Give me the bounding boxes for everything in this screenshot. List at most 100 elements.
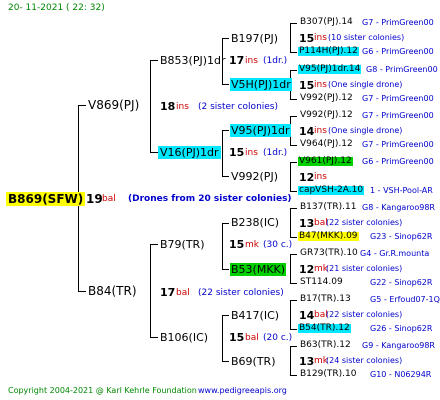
ancestor-desc: 1 - VSH-Pool-AR xyxy=(370,186,433,195)
gen3-name: B238(IC) xyxy=(231,216,280,229)
root-number: 19 xyxy=(86,192,103,206)
ancestor-desc: G7 - PrimGreen00 xyxy=(362,140,434,149)
connector xyxy=(290,162,291,192)
connector xyxy=(150,244,151,338)
connector xyxy=(290,254,297,255)
sire-ins: ins xyxy=(176,102,189,112)
ancestor-desc: G7 - PrimGreen00 xyxy=(362,18,434,27)
ancestor-desc: G8 - Kangaroo98R xyxy=(362,203,435,212)
gen3-name: B417(IC) xyxy=(231,309,280,322)
gen3-name: V992(PJ) xyxy=(231,170,278,183)
ancestor-note: (24 sister colonies) xyxy=(326,356,403,365)
ancestor-name: V992(PJ).12 xyxy=(300,93,353,103)
gen2-ins: mk xyxy=(245,240,259,250)
ancestor-number: 13 xyxy=(299,355,315,368)
gen2-number: 15 xyxy=(229,146,245,159)
connector xyxy=(222,84,229,85)
connector xyxy=(150,337,158,338)
connector xyxy=(78,105,86,106)
ancestor-note: (One single drone) xyxy=(328,80,403,89)
dam-number: 17 xyxy=(160,286,176,299)
gen2-ins: ins xyxy=(245,148,258,158)
ancestor-desc: G9 - Kangaroo98R xyxy=(362,341,435,350)
ancestor-number: 14 xyxy=(299,309,315,322)
gen2-number: 15 xyxy=(229,331,245,344)
connector xyxy=(222,361,229,362)
ancestor-desc: G7 - PrimGreen00 xyxy=(362,111,434,120)
ancestor-number: 12 xyxy=(299,171,315,184)
root-queen: B869(SFW) xyxy=(6,192,86,206)
connector xyxy=(222,176,229,177)
ancestor-desc: G26 - Sinop62R xyxy=(370,324,433,333)
connector xyxy=(150,244,158,245)
gen3-name: B53(MKK) xyxy=(230,263,287,276)
gen3-name: B69(TR) xyxy=(231,355,276,368)
ancestor-name: P114H(PJ).12 xyxy=(298,46,359,56)
gen2-name: V16(PJ)1dr xyxy=(158,146,221,159)
ancestor-name: B47(MKK).09 xyxy=(298,231,359,241)
connector xyxy=(78,291,86,292)
gen3-name: V95(PJ)1dr xyxy=(230,124,291,137)
connector xyxy=(290,346,297,347)
ancestor-name: B307(PJ).14 xyxy=(300,17,353,27)
gen3-name: V5H(PJ)1dr xyxy=(230,78,292,91)
ancestor-desc: G5 - Erfoud07-1Q xyxy=(370,295,440,304)
ancestor-desc: G8 - PrimGreen00 xyxy=(366,65,438,74)
connector xyxy=(290,300,297,301)
dam-name: B84(TR) xyxy=(88,284,137,298)
connector xyxy=(222,130,229,131)
site-link[interactable]: www.pedigreeapis.org xyxy=(198,387,287,395)
connector xyxy=(290,254,291,284)
connector xyxy=(290,145,297,146)
connector xyxy=(150,60,151,153)
connector xyxy=(150,60,158,61)
gen2-number: 17 xyxy=(229,54,245,67)
connector xyxy=(290,70,297,71)
connector xyxy=(290,300,291,330)
gen2-note: (1dr.) xyxy=(263,56,288,66)
ancestor-number: 14 xyxy=(299,125,315,138)
root-ins: bal xyxy=(102,194,116,204)
gen2-ins: bal xyxy=(245,333,259,343)
ancestor-name: capVSH-2A.10 xyxy=(298,185,365,195)
connector xyxy=(222,38,229,39)
ancestor-ins: ins xyxy=(314,80,327,90)
sire-number: 18 xyxy=(160,100,176,113)
ancestor-name: ST114.09 xyxy=(300,277,343,287)
ancestor-desc: G23 - Sinop62R xyxy=(370,232,433,241)
dam-note: (22 sister colonies) xyxy=(198,288,284,298)
ancestor-note: (22 sister colonies) xyxy=(326,218,403,227)
ancestor-name: B54(TR).12 xyxy=(298,323,351,333)
ancestor-note: (22 sister colonies) xyxy=(326,310,403,319)
connector xyxy=(290,191,297,192)
connector xyxy=(222,315,229,316)
gen2-name: B853(PJ)1dr xyxy=(160,54,226,67)
connector xyxy=(222,130,223,177)
connector xyxy=(290,23,297,24)
copyright-text: Copyright 2004-2021 @ Karl Kehrle Founda… xyxy=(8,386,197,395)
connector xyxy=(290,208,297,209)
ancestor-number: 13 xyxy=(299,217,315,230)
gen2-note: (1dr.) xyxy=(263,148,288,158)
ancestor-name: B129(TR).10 xyxy=(300,369,357,379)
ancestor-ins: ins xyxy=(314,126,327,136)
connector xyxy=(150,152,158,153)
ancestor-name: V992(PJ).12 xyxy=(300,110,353,120)
ancestor-name: V95(PJ)1dr.14 xyxy=(298,64,362,74)
ancestor-desc: G6 - PrimGreen00 xyxy=(362,47,434,56)
ancestor-desc: G22 - Sinop62R xyxy=(370,278,433,287)
ancestor-name: B63(TR).12 xyxy=(300,340,351,350)
pedigree-canvas: 20- 11-2021 ( 22: 32) B869(SFW) 19 bal (… xyxy=(0,0,440,400)
connector xyxy=(290,283,297,284)
ancestor-number: 15 xyxy=(299,32,315,45)
connector xyxy=(290,329,297,330)
ancestor-desc: G6 - PrimGreen00 xyxy=(362,157,434,166)
connector xyxy=(222,315,223,362)
ancestor-note: (10 sister colonies) xyxy=(328,33,405,42)
root-note: (Drones from 20 sister colonies) xyxy=(128,194,292,204)
ancestor-ins: ins xyxy=(314,172,327,182)
sire-note: (2 sister colonies) xyxy=(198,102,279,112)
connector xyxy=(290,52,297,53)
ancestor-note: (21 sister colonies) xyxy=(326,264,403,273)
gen2-name: B106(IC) xyxy=(160,331,209,344)
